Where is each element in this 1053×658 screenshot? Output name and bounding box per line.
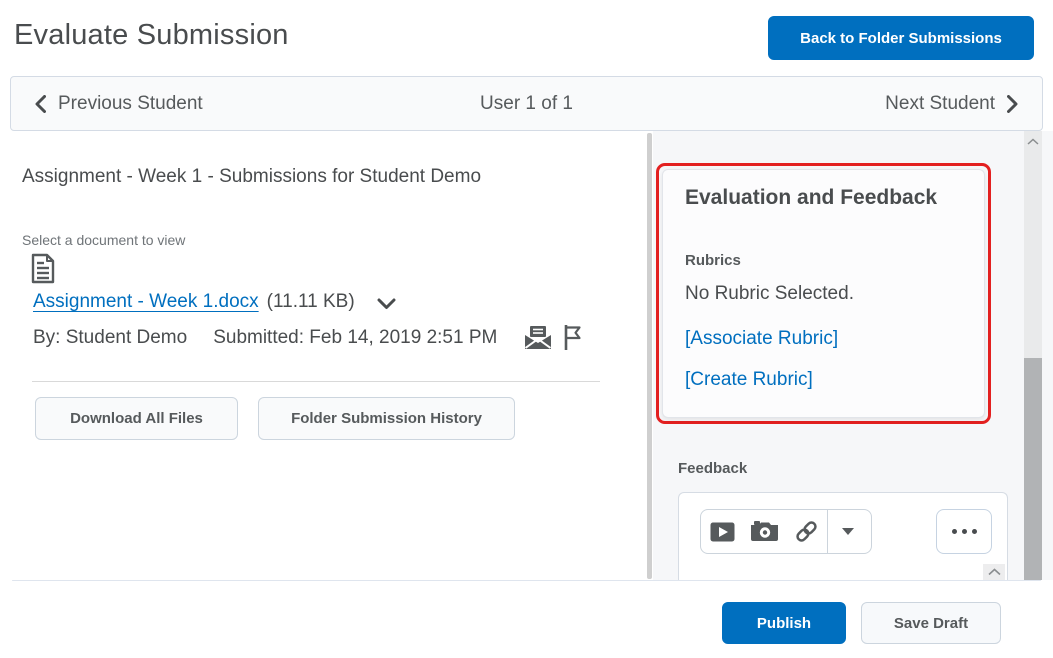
- next-student-label: Next Student: [885, 93, 995, 115]
- folder-submission-history-button[interactable]: Folder Submission History: [258, 397, 515, 440]
- chevron-up-icon: [988, 568, 1001, 576]
- submission-author: By: Student Demo: [33, 327, 187, 349]
- page-title: Evaluate Submission: [14, 19, 289, 52]
- submission-divider: [32, 381, 600, 382]
- feedback-editor[interactable]: [678, 492, 1008, 580]
- toolbar-more-dropdown-button[interactable]: [828, 510, 868, 553]
- toolbar-overflow-button[interactable]: [936, 509, 992, 554]
- submission-file-size: (11.11 KB): [267, 291, 355, 313]
- create-rubric-link[interactable]: [Create Rubric]: [685, 369, 813, 391]
- select-document-label: Select a document to view: [22, 232, 185, 248]
- pane-splitter[interactable]: [647, 133, 652, 579]
- scrollbar-up-arrow[interactable]: [1024, 131, 1042, 151]
- submission-byline-row: By: Student Demo Submitted: Feb 14, 2019…: [33, 324, 582, 351]
- submission-file-link[interactable]: Assignment - Week 1.docx: [33, 291, 259, 313]
- previous-student-button[interactable]: Previous Student: [35, 93, 203, 115]
- insert-image-button[interactable]: [743, 510, 785, 553]
- footer-action-bar: Publish Save Draft: [0, 580, 1053, 658]
- evaluation-and-feedback-card: Evaluation and Feedback Rubrics No Rubri…: [662, 169, 985, 418]
- ellipsis-icon: [952, 529, 957, 534]
- next-student-button[interactable]: Next Student: [885, 93, 1018, 115]
- save-draft-button[interactable]: Save Draft: [861, 602, 1001, 644]
- publish-button[interactable]: Publish: [722, 602, 846, 644]
- insert-video-icon: [710, 522, 735, 542]
- editor-scroll-up-button[interactable]: [983, 564, 1005, 580]
- footer-divider: [12, 580, 1041, 581]
- submission-heading: Assignment - Week 1 - Submissions for St…: [22, 166, 481, 188]
- rubrics-label: Rubrics: [685, 252, 741, 269]
- feedback-label: Feedback: [678, 460, 747, 477]
- evaluate-submission-page: Evaluate Submission Back to Folder Submi…: [0, 0, 1053, 658]
- document-icon: [30, 253, 56, 284]
- insert-link-button[interactable]: [785, 510, 827, 553]
- back-to-folder-submissions-button[interactable]: Back to Folder Submissions: [768, 16, 1034, 60]
- chevron-right-icon: [1007, 95, 1018, 113]
- submission-file-row: Assignment - Week 1.docx (11.11 KB): [33, 291, 396, 313]
- scrollbar-thumb[interactable]: [1024, 358, 1042, 580]
- insert-link-icon: [793, 518, 820, 545]
- insert-video-button[interactable]: [701, 510, 743, 553]
- previous-student-label: Previous Student: [58, 93, 203, 115]
- insert-image-icon: [751, 521, 778, 542]
- caret-down-icon: [841, 527, 855, 536]
- flag-icon[interactable]: [563, 324, 582, 351]
- no-rubric-selected-text: No Rubric Selected.: [685, 283, 854, 305]
- annotation-highlight-box: Evaluation and Feedback Rubrics No Rubri…: [656, 163, 991, 424]
- download-all-files-button[interactable]: Download All Files: [35, 397, 238, 440]
- open-envelope-document-icon: [525, 326, 551, 349]
- editor-toolbar-group: [700, 509, 872, 554]
- panel-scrollbar[interactable]: [1024, 131, 1042, 580]
- submission-status-icons: [525, 324, 582, 351]
- chevron-up-icon: [1027, 138, 1039, 145]
- submission-timestamp: Submitted: Feb 14, 2019 2:51 PM: [213, 327, 497, 349]
- evaluation-card-title: Evaluation and Feedback: [685, 186, 937, 210]
- chevron-left-icon: [35, 95, 46, 113]
- file-actions-chevron-down-icon[interactable]: [377, 298, 396, 310]
- student-navigation-bar: Previous Student User 1 of 1 Next Studen…: [10, 76, 1043, 131]
- associate-rubric-link[interactable]: [Associate Rubric]: [685, 328, 838, 350]
